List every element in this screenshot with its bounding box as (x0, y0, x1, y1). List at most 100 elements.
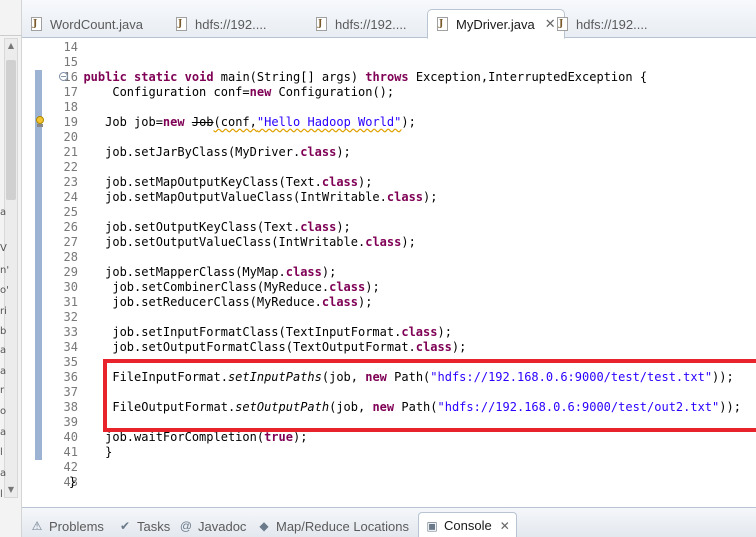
left-panel-text-fragment: a (0, 366, 7, 377)
code-line: 21 job.setJarByClass(MyDriver.class); (22, 145, 756, 160)
code-line: 24 job.setMapOutputValueClass(IntWritabl… (22, 190, 756, 205)
left-panel-text-fragment: o (0, 406, 7, 417)
bottom-tab[interactable]: ⚠ Problems (30, 516, 104, 536)
code-text: job.setMapperClass(MyMap.class); (69, 265, 336, 280)
close-icon[interactable]: ✕ (500, 519, 510, 533)
java-file-icon: J (175, 17, 189, 31)
editor-tab[interactable]: J WordCount.java (30, 10, 143, 38)
line-number: 15 (63, 55, 78, 69)
code-token: ); (336, 145, 351, 159)
code-token: } (69, 445, 113, 459)
code-token: void (184, 70, 214, 84)
editor-tab[interactable]: Jhdfs://192.... (556, 10, 648, 38)
bottom-tab[interactable]: @ Javadoc (179, 516, 247, 536)
code-token: new (162, 115, 185, 129)
code-token: class (386, 190, 424, 204)
editor-tab[interactable]: Jhdfs://192.... (175, 10, 267, 38)
code-token: job.setInputFormatClass(TextInputFormat. (69, 325, 402, 339)
code-line: 27 job.setOutputValueClass(IntWritable.c… (22, 235, 756, 250)
left-panel-text-fragment: r (0, 385, 5, 396)
left-panel-text-fragment: o' (0, 285, 9, 296)
code-line: 19 Job job=new Job(conf,"Hello Hadoop Wo… (22, 115, 756, 130)
code-token: ); (321, 265, 337, 279)
code-line: 14 (22, 40, 756, 55)
left-panel-scroll-thumb[interactable] (6, 60, 16, 200)
code-token: job.setOutputKeyClass(Text. (69, 220, 301, 234)
code-token: job.setOutputFormatClass(TextOutputForma… (69, 340, 416, 354)
left-panel-text-fragment: b (0, 326, 7, 337)
code-token: class (300, 220, 337, 234)
line-number: 18 (63, 100, 78, 114)
line-number: 22 (63, 160, 78, 174)
code-line: 31 job.setReducerClass(MyReduce.class); (22, 295, 756, 310)
code-text: job.setJarByClass(MyDriver.class); (69, 145, 351, 160)
file-type-glyph: J (439, 19, 444, 29)
fold-toggle-icon[interactable]: − (59, 72, 68, 81)
code-line: 42 (22, 460, 756, 475)
bulb-base (37, 124, 43, 127)
javadoc-icon: @ (179, 519, 193, 533)
scroll-up-icon[interactable]: ▲ (5, 40, 17, 52)
code-line: 41 } (22, 445, 756, 460)
line-number: 32 (63, 310, 78, 324)
bottom-panel-tabs: ⚠ Problems ✔ Tasks @ Javadoc ◆ Map/Reduce Locat… (22, 507, 756, 537)
code-line: 43} (22, 475, 756, 490)
left-panel-text-fragment: a (0, 468, 7, 479)
code-token: main(String[] args) (213, 70, 366, 84)
bottom-tab[interactable]: ✔ Tasks (118, 516, 170, 536)
code-line: 28 (22, 250, 756, 265)
bottom-tab[interactable]: ◆ Map/Reduce Locations (257, 516, 409, 536)
line-number: 14 (63, 40, 78, 54)
code-token: ); (423, 190, 438, 204)
code-token: static (134, 70, 178, 84)
code-token: } (69, 475, 77, 489)
code-line: 15 (22, 55, 756, 70)
file-type-glyph: J (33, 19, 38, 29)
warning-lightbulb-icon[interactable] (34, 116, 46, 128)
line-number: 39 (63, 415, 78, 429)
code-token: job.waitForCompletion( (69, 430, 265, 444)
code-text: job.waitForCompletion(true); (69, 430, 307, 445)
code-token: class (365, 235, 402, 249)
editor-tab-bar: J WordCount.java Jhdfs://192.... Jhdfs://19… (22, 0, 756, 39)
editor-tab[interactable]: Jhdfs://192.... (315, 10, 407, 38)
code-token: job.setMapperClass(MyMap. (69, 265, 286, 279)
java-file-icon: J (30, 17, 44, 31)
code-text: job.setOutputFormatClass(TextOutputForma… (69, 340, 466, 355)
code-token: Job (191, 115, 214, 129)
line-number: 25 (63, 205, 78, 219)
code-line: 26 job.setOutputKeyClass(Text.class); (22, 220, 756, 235)
code-text: } (69, 445, 112, 460)
java-file-icon: J (315, 17, 329, 31)
code-token: "Hello Hadoop World" (256, 115, 402, 129)
left-panel-text-fragment: l (0, 489, 3, 500)
highlight-annotation-box (103, 359, 756, 432)
left-panel-text-fragment: n' (0, 265, 10, 276)
code-text: Job job=new Job(conf,"Hello Hadoop World… (69, 115, 416, 130)
code-line: 20 (22, 130, 756, 145)
bottom-tab-label: Tasks (137, 518, 171, 534)
left-panel-header (0, 16, 22, 36)
code-token: ); (358, 175, 373, 189)
code-token: class (329, 280, 366, 294)
code-token: job.setOutputValueClass(IntWritable. (69, 235, 366, 249)
left-panel-text-fragment: V (0, 243, 7, 254)
code-editor[interactable]: 14 15 16− public static void main(String[]… (22, 39, 756, 507)
bottom-tab[interactable]: ▣ Console ✕ (418, 512, 517, 537)
tasks-icon: ✔ (119, 519, 131, 533)
left-panel-text-fragment: ri (0, 306, 7, 317)
code-text: job.setMapOutputKeyClass(Text.class); (69, 175, 372, 190)
code-token: class (321, 175, 358, 189)
editor-tab[interactable]: J MyDriver.java ✕ (427, 9, 565, 39)
code-token: job.setCombinerClass(MyReduce. (69, 280, 330, 294)
code-line: 18 (22, 100, 756, 115)
close-icon[interactable]: ✕ (545, 16, 556, 32)
left-panel-text-fragment: a (0, 345, 7, 356)
code-text: public static void main(String[] args) t… (69, 70, 647, 85)
left-panel-text-fragment: a (0, 427, 7, 438)
editor-tab-label: WordCount.java (50, 16, 143, 32)
scroll-down-icon[interactable]: ▼ (5, 484, 17, 496)
